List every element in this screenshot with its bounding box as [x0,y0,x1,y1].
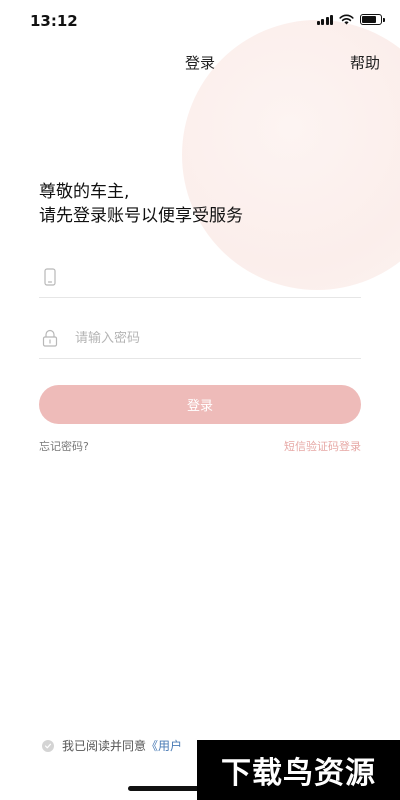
wifi-icon [339,14,354,25]
greeting-line-1: 尊敬的车主, [39,182,130,202]
phone-input[interactable] [75,269,335,285]
user-agreement-link[interactable]: 《用户 [146,737,182,754]
password-field [39,318,361,359]
help-button[interactable]: 帮助 [350,52,380,73]
greeting: 尊敬的车主, 请先登录账号以便享受服务 [39,180,243,228]
agreement-checkbox[interactable] [42,739,54,752]
sms-login-link[interactable]: 短信验证码登录 [284,438,361,454]
status-time: 13:12 [30,12,78,30]
check-icon [44,743,52,748]
watermark-logo: 下载鸟资源 [197,740,400,800]
agreement: 我已阅读并同意 《用户 [42,737,182,754]
page-title: 登录 [184,54,215,72]
status-icons [316,14,385,25]
login-button[interactable]: 登录 [39,385,361,424]
phone-icon [41,266,59,288]
forgot-password-link[interactable]: 忘记密码? [39,438,89,454]
greeting-line-2: 请先登录账号以便享受服务 [39,206,243,226]
signal-icon [316,14,333,25]
lock-icon [41,327,59,349]
login-screen: 13:12 登录 帮助 尊敬的车主, 请先登录账号以便享受服务 登录 忘记密码?… [0,0,400,800]
agreement-text: 我已阅读并同意 [62,739,147,753]
status-bar: 13:12 [0,0,400,44]
battery-icon [360,14,385,25]
battery-level [362,16,377,23]
phone-field [39,257,361,298]
password-input[interactable] [75,330,335,346]
